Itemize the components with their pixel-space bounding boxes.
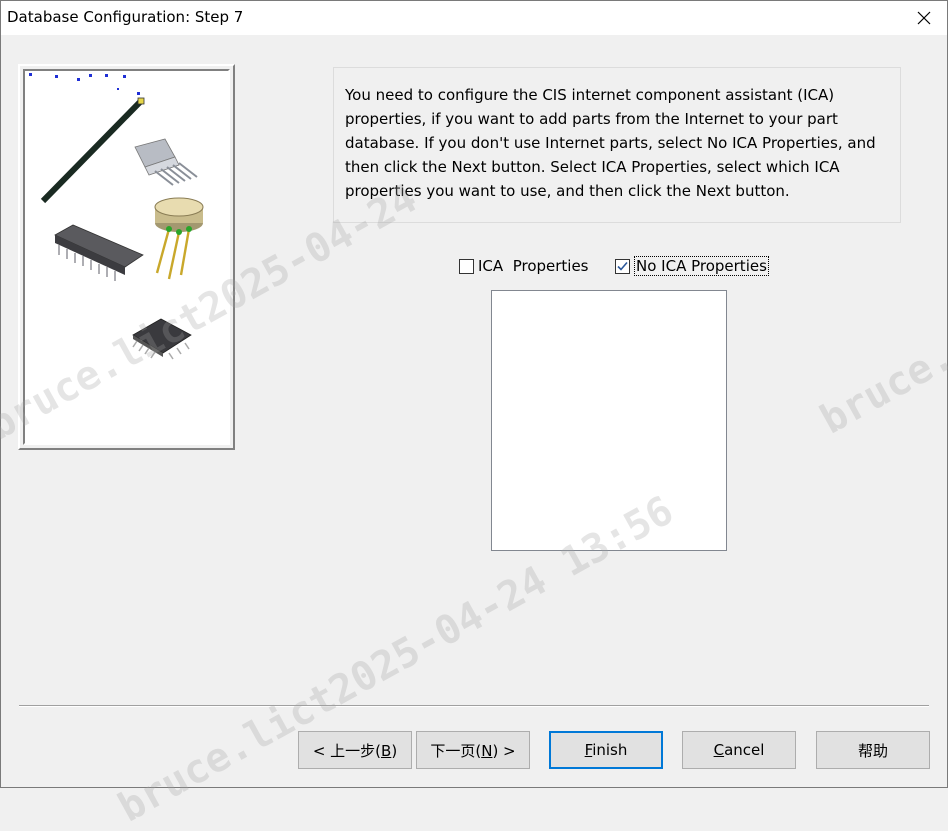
back-button-label: < 上一步(B) [312,741,398,760]
watermark: bruce. [813,332,948,444]
no-ica-properties-checkbox-box[interactable] [615,258,630,274]
help-button[interactable]: 帮助 [816,731,930,769]
dialog-window: Database Configuration: Step 7 You need … [0,0,948,831]
help-button-label: 帮助 [857,741,888,760]
ica-properties-checkbox[interactable]: ICA Properties [459,255,589,277]
no-ica-properties-checkbox[interactable]: No ICA Properties [615,255,769,277]
ica-properties-list[interactable] [491,290,727,551]
window-title: Database Configuration: Step 7 [7,8,244,26]
next-button-label: 下一页(N) > [430,741,516,760]
illustration-frame [18,64,235,450]
instructions-text: You need to configure the CIS internet c… [333,67,901,223]
no-ica-properties-label: No ICA Properties [634,256,769,276]
close-button[interactable] [901,1,947,35]
title-bar[interactable]: Database Configuration: Step 7 [1,1,947,35]
checkmark-icon [617,261,628,271]
ica-properties-checkbox-box[interactable] [459,258,474,274]
cancel-button-label: Cancel [713,741,765,759]
cancel-button[interactable]: Cancel [682,731,796,769]
components-illustration [23,69,230,445]
button-separator [19,705,929,707]
next-button[interactable]: 下一页(N) > [416,731,530,769]
close-icon [917,11,931,25]
finish-button[interactable]: Finish [549,731,663,769]
finish-button-label: Finish [584,741,628,759]
back-button[interactable]: < 上一步(B) [298,731,412,769]
ica-properties-label: ICA Properties [478,257,589,275]
